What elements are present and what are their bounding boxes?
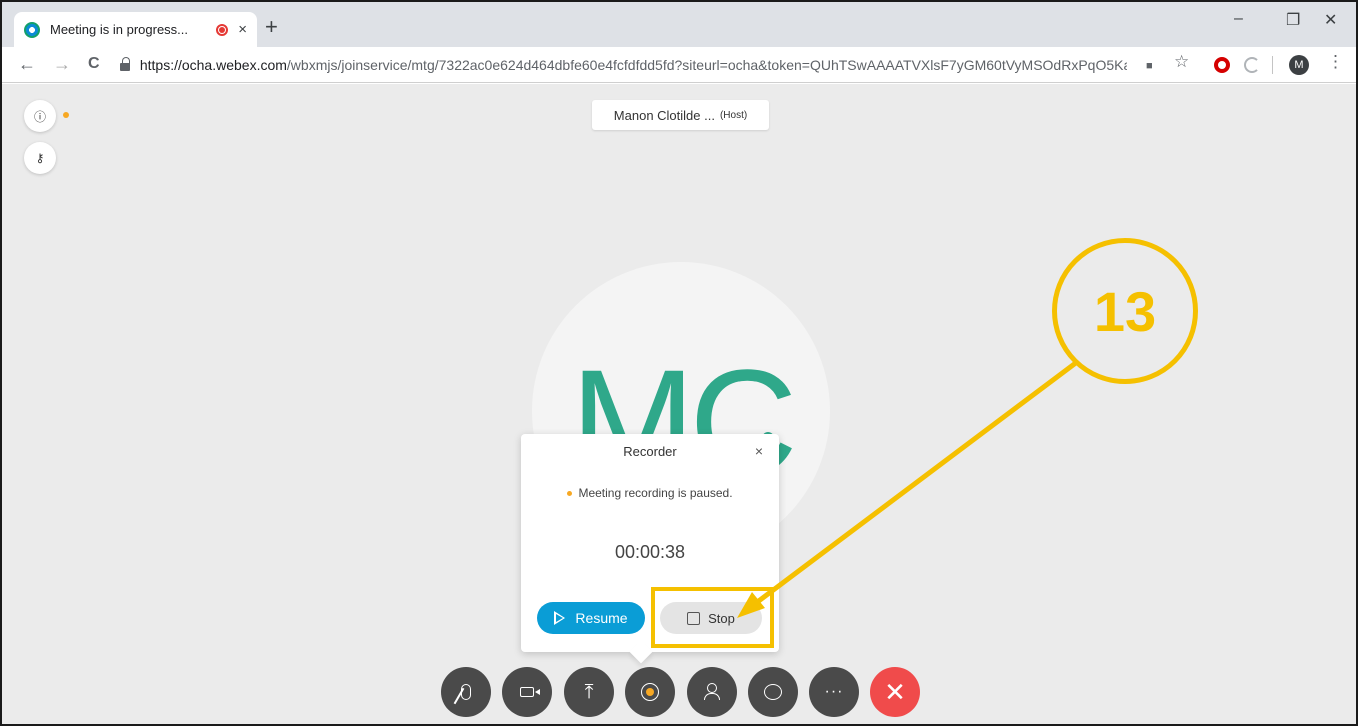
- browser-window: Meeting is in progress... × + – ❐ ✕ ← → …: [0, 0, 1358, 726]
- participants-button[interactable]: [687, 667, 737, 717]
- chat-button[interactable]: [748, 667, 798, 717]
- participants-icon: [704, 683, 720, 700]
- more-options-button[interactable]: ···: [809, 667, 859, 717]
- record-button[interactable]: [625, 667, 675, 717]
- record-icon: [641, 683, 659, 701]
- step-number-callout: 13: [1052, 238, 1198, 384]
- share-upload-icon: ⤒: [584, 681, 594, 703]
- video-button[interactable]: [502, 667, 552, 717]
- mute-button[interactable]: [441, 667, 491, 717]
- leave-meeting-button[interactable]: ✕: [870, 667, 920, 717]
- chat-bubble-icon: [764, 684, 782, 700]
- camera-icon: [520, 687, 540, 697]
- leave-x-icon: ✕: [884, 676, 906, 707]
- share-button[interactable]: ⤒: [564, 667, 614, 717]
- more-icon: ···: [824, 683, 844, 700]
- microphone-muted-icon: [461, 684, 471, 700]
